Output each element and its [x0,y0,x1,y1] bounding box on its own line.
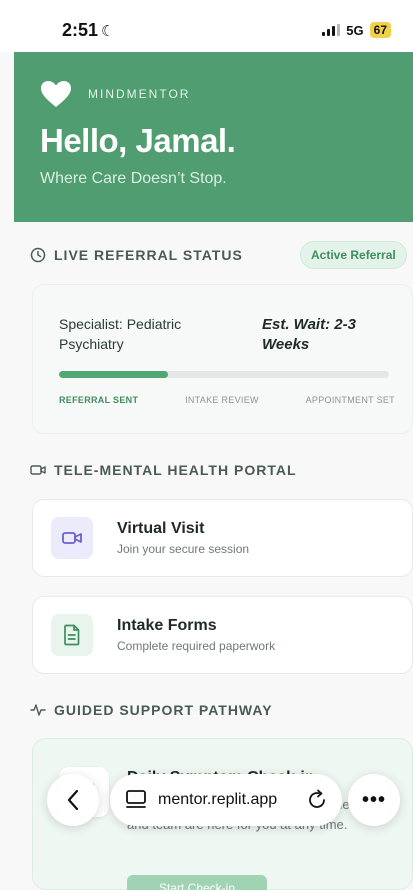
brand-row: MINDMENTOR [40,80,387,108]
moon-icon: ☾ [101,23,115,40]
video-camera-icon [30,465,46,475]
more-options-button[interactable]: ••• [348,774,400,826]
browser-back-button[interactable] [47,774,99,826]
intake-forms-subtitle: Complete required paperwork [117,639,276,653]
virtual-visit-text: Virtual Visit Join your secure session [117,520,249,556]
battery-icon: 67 [369,22,391,38]
step-appointment-set: APPOINTMENT SET [305,395,395,405]
step-intake-review: INTAKE REVIEW [185,395,259,405]
status-indicators: 5G 67 [322,22,391,38]
start-checkin-button[interactable]: Start Check-in [127,875,267,890]
reload-icon[interactable] [306,789,328,811]
referral-progress-fill [59,371,168,378]
status-bar: 2:51 ☾ 5G 67 [0,0,413,52]
virtual-visit-card[interactable]: Virtual Visit Join your secure session [32,499,413,577]
referral-steps: REFERRAL SENT INTAKE REVIEW APPOINTMENT … [59,395,395,405]
clock-text: 2:51 [62,20,99,40]
virtual-visit-subtitle: Join your secure session [117,542,250,556]
intake-forms-icon-tile [51,614,93,656]
brand-name: MINDMENTOR [88,87,191,101]
pathway-section-title: GUIDED SUPPORT PATHWAY [54,702,273,718]
referral-info-row: Specialist: Pediatric Psychiatry Est. Wa… [59,315,392,356]
referral-progress-track [59,371,389,378]
heart-icon [41,81,71,107]
step-referral-sent: REFERRAL SENT [59,395,139,405]
pathway-section-header: GUIDED SUPPORT PATHWAY [30,702,273,718]
referral-section-header: LIVE REFERRAL STATUS [30,247,243,263]
address-bar[interactable]: mentor.replit.app [110,774,342,826]
status-time: 2:51 ☾ [62,20,114,41]
hero-banner: MINDMENTOR Hello, Jamal. Where Care Does… [14,52,413,222]
portal-section-header: TELE-MENTAL HEALTH PORTAL [30,462,297,478]
document-icon [64,624,80,646]
pulse-icon [30,704,46,716]
specialist-text: Specialist: Pediatric Psychiatry [59,316,182,352]
intake-forms-title: Intake Forms [117,617,217,634]
virtual-visit-title: Virtual Visit [117,520,205,537]
url-text[interactable]: mentor.replit.app [158,791,296,809]
active-referral-badge: Active Referral [300,241,407,269]
video-icon [62,532,82,544]
chevron-left-icon [67,789,79,811]
referral-status-card: Specialist: Pediatric Psychiatry Est. Wa… [32,284,413,434]
intake-forms-text: Intake Forms Complete required paperwork [117,617,275,653]
portal-section-title: TELE-MENTAL HEALTH PORTAL [54,462,297,478]
clock-icon [30,247,46,263]
virtual-visit-icon-tile [51,517,93,559]
network-label: 5G [346,22,364,38]
intake-forms-card[interactable]: Intake Forms Complete required paperwork [32,596,413,674]
greeting-title: Hello, Jamal. [40,122,236,159]
tagline: Where Care Doesn’t Stop. [40,170,227,187]
tab-page-icon [126,790,146,808]
wait-time-text: Est. Wait: 2-3 Weeks [262,316,356,354]
signal-icon [322,24,341,36]
referral-section-title: LIVE REFERRAL STATUS [54,247,243,263]
